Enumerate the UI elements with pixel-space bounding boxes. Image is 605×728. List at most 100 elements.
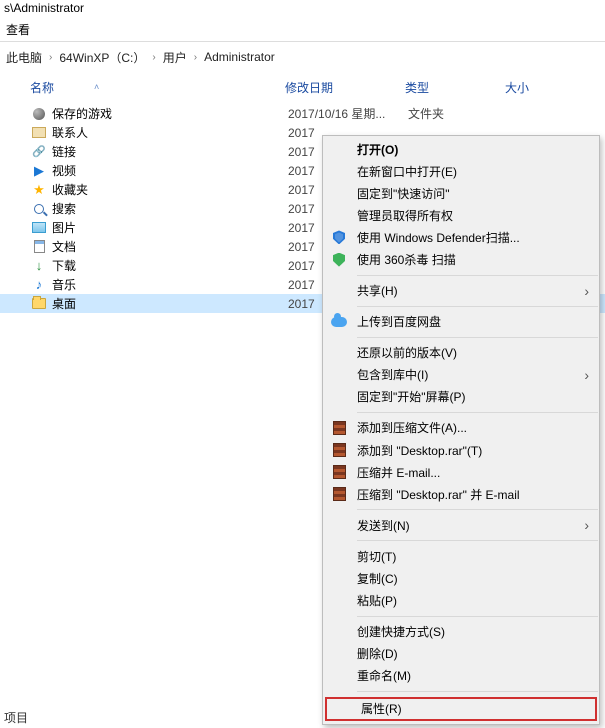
chevron-right-icon[interactable]: ›: [194, 52, 197, 63]
menu-item[interactable]: 还原以前的版本(V): [323, 342, 599, 364]
star-icon: ★: [33, 182, 45, 198]
menu-item-icon: [329, 228, 349, 246]
context-menu: 打开(O)在新窗口中打开(E) 固定到"快速访问" 管理员取得所有权使用 Windo…: [322, 135, 600, 725]
menu-item[interactable]: 剪切(T): [323, 545, 599, 567]
menu-item-label: 属性(R): [361, 700, 402, 717]
menu-item-label: 压缩并 E-mail...: [357, 464, 440, 481]
row-icon: [30, 296, 48, 312]
row-icon: [30, 106, 48, 122]
menu-item-label: 还原以前的版本(V): [357, 344, 457, 361]
crumb-administrator[interactable]: Administrator: [204, 50, 275, 64]
row-icon: [30, 220, 48, 236]
menu-item-icon: [329, 441, 349, 459]
row-icon: 🔗: [30, 144, 48, 160]
menu-item[interactable]: 固定到"快速访问": [323, 182, 599, 204]
menu-item[interactable]: 使用 Windows Defender扫描...: [323, 226, 599, 248]
row-label: 保存的游戏: [48, 105, 288, 122]
crumb-users[interactable]: 用户: [163, 49, 187, 66]
menu-separator: [357, 540, 598, 541]
row-label: 视频: [48, 162, 288, 179]
col-date[interactable]: 修改日期: [285, 79, 405, 96]
menu-item[interactable]: 打开(O): [323, 138, 599, 160]
menu-item[interactable]: 属性(R): [325, 697, 597, 721]
row-date: 2017/10/16 星期...: [288, 105, 408, 122]
defender-shield-icon: [333, 230, 345, 244]
col-size[interactable]: 大小: [505, 79, 605, 96]
music-icon: ♪: [36, 277, 43, 292]
menu-item-icon: [329, 251, 349, 269]
row-icon: ♪: [30, 277, 48, 293]
menu-bar: 查看: [0, 18, 605, 42]
menu-item-label: 添加到压缩文件(A)...: [357, 419, 467, 436]
crumb-this-pc[interactable]: 此电脑: [6, 49, 42, 66]
folder-icon: [32, 298, 46, 309]
contacts-icon: [32, 127, 46, 138]
row-label: 音乐: [48, 276, 288, 293]
menu-item[interactable]: 发送到(N): [323, 514, 599, 536]
menu-item-icon: [329, 463, 349, 481]
menu-separator: [357, 691, 598, 692]
row-icon: ▶: [30, 163, 48, 179]
menu-item[interactable]: 添加到压缩文件(A)...: [323, 417, 599, 439]
window-title-fragment: s\Administrator: [0, 0, 605, 18]
menu-item-label: 上传到百度网盘: [357, 313, 441, 330]
menu-separator: [357, 616, 598, 617]
crumb-drive[interactable]: 64WinXP（C:）: [59, 49, 145, 66]
row-icon: ★: [30, 182, 48, 198]
menu-item-label: 固定到"快速访问": [357, 185, 450, 202]
menu-item[interactable]: 重命名(M): [323, 665, 599, 687]
menu-view[interactable]: 查看: [6, 21, 30, 38]
menu-item[interactable]: 在新窗口中打开(E): [323, 160, 599, 182]
row-label: 链接: [48, 143, 288, 160]
menu-separator: [357, 306, 598, 307]
menu-item[interactable]: 共享(H): [323, 280, 599, 302]
document-icon: [34, 240, 45, 253]
menu-item-label: 共享(H): [357, 282, 398, 299]
menu-item[interactable]: 创建快捷方式(S): [323, 621, 599, 643]
menu-item-label: 重命名(M): [357, 667, 411, 684]
menu-item[interactable]: 压缩并 E-mail...: [323, 461, 599, 483]
col-type[interactable]: 类型: [405, 79, 505, 96]
menu-item-label: 使用 360杀毒 扫描: [357, 251, 456, 268]
menu-item[interactable]: 粘贴(P): [323, 590, 599, 612]
menu-item-icon: [329, 485, 349, 503]
menu-item-label: 发送到(N): [357, 517, 410, 534]
row-icon: [30, 201, 48, 217]
row-icon: ↓: [30, 258, 48, 274]
row-label: 文档: [48, 238, 288, 255]
menu-item[interactable]: 管理员取得所有权: [323, 204, 599, 226]
menu-item-label: 固定到"开始"屏幕(P): [357, 388, 466, 405]
menu-item[interactable]: 添加到 "Desktop.rar"(T): [323, 439, 599, 461]
menu-item[interactable]: 固定到"开始"屏幕(P): [323, 386, 599, 408]
row-label: 收藏夹: [48, 181, 288, 198]
menu-item[interactable]: 复制(C): [323, 567, 599, 589]
menu-item[interactable]: 包含到库中(I): [323, 364, 599, 386]
antivirus-shield-icon: [333, 253, 345, 267]
pictures-icon: [32, 222, 46, 233]
row-icon: [30, 239, 48, 255]
menu-item-label: 剪切(T): [357, 548, 396, 565]
games-icon: [33, 108, 45, 120]
menu-item-label: 创建快捷方式(S): [357, 623, 445, 640]
archive-icon: [333, 487, 346, 501]
row-label: 桌面: [48, 295, 288, 312]
menu-item-icon: [329, 419, 349, 437]
sort-asc-icon[interactable]: ˄: [94, 82, 99, 92]
menu-item[interactable]: 删除(D): [323, 643, 599, 665]
cloud-icon: [331, 317, 347, 327]
menu-item-label: 管理员取得所有权: [357, 207, 453, 224]
file-row[interactable]: ▶⋮保存的游戏2017/10/16 星期...文件夹: [0, 104, 605, 123]
menu-item[interactable]: 使用 360杀毒 扫描: [323, 249, 599, 271]
chevron-right-icon[interactable]: ›: [49, 52, 52, 63]
menu-item-label: 压缩到 "Desktop.rar" 并 E-mail: [357, 486, 520, 503]
menu-item[interactable]: 上传到百度网盘: [323, 311, 599, 333]
row-label: 下载: [48, 257, 288, 274]
column-headers[interactable]: 名称 ˄ 修改日期 类型 大小: [0, 72, 605, 102]
row-label: 搜索: [48, 200, 288, 217]
menu-item[interactable]: 压缩到 "Desktop.rar" 并 E-mail: [323, 483, 599, 505]
col-name[interactable]: 名称: [30, 79, 54, 96]
row-type: 文件夹: [408, 105, 508, 122]
chevron-right-icon[interactable]: ›: [152, 52, 155, 63]
row-label: 联系人: [48, 124, 288, 141]
breadcrumb[interactable]: 此电脑 › 64WinXP（C:） › 用户 › Administrator: [0, 42, 605, 72]
